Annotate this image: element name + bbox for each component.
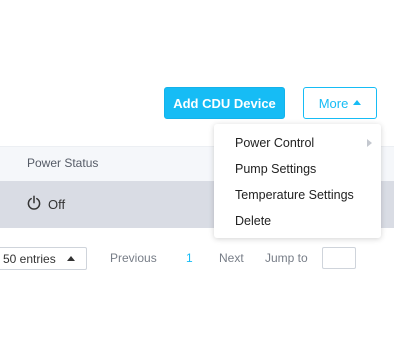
menu-item-temperature-settings[interactable]: Temperature Settings	[214, 182, 381, 208]
cdu-device-page: Add CDU Device More Power Status Off 50 …	[0, 0, 394, 359]
page-size-value: 50 entries	[3, 251, 56, 266]
menu-item-label: Pump Settings	[235, 162, 317, 176]
menu-item-label: Temperature Settings	[235, 188, 354, 202]
menu-item-delete[interactable]: Delete	[214, 208, 381, 234]
jump-to-input[interactable]	[322, 247, 356, 269]
menu-item-label: Delete	[235, 214, 272, 228]
previous-page-link[interactable]: Previous	[110, 251, 157, 265]
more-button-label: More	[318, 95, 349, 111]
power-status-value: Off	[48, 197, 66, 212]
menu-item-label: Power Control	[235, 136, 315, 150]
current-page-number[interactable]: 1	[186, 251, 193, 265]
column-header-power-status[interactable]: Power Status	[27, 156, 98, 170]
menu-item-pump-settings[interactable]: Pump Settings	[214, 156, 381, 182]
jump-to-label: Jump to	[265, 251, 308, 265]
add-cdu-device-label: Add CDU Device	[173, 95, 276, 111]
page-size-select[interactable]: 50 entries	[0, 247, 87, 270]
more-button[interactable]: More	[303, 87, 377, 119]
caret-up-icon	[67, 256, 75, 261]
chevron-right-icon	[367, 139, 372, 147]
power-icon	[26, 195, 42, 214]
add-cdu-device-button[interactable]: Add CDU Device	[164, 87, 285, 119]
next-page-link[interactable]: Next	[219, 251, 244, 265]
menu-item-power-control[interactable]: Power Control	[214, 130, 381, 156]
more-dropdown-menu: Power Control Pump Settings Temperature …	[214, 124, 381, 238]
caret-up-icon	[353, 100, 362, 105]
power-status-cell: Off	[26, 195, 65, 214]
